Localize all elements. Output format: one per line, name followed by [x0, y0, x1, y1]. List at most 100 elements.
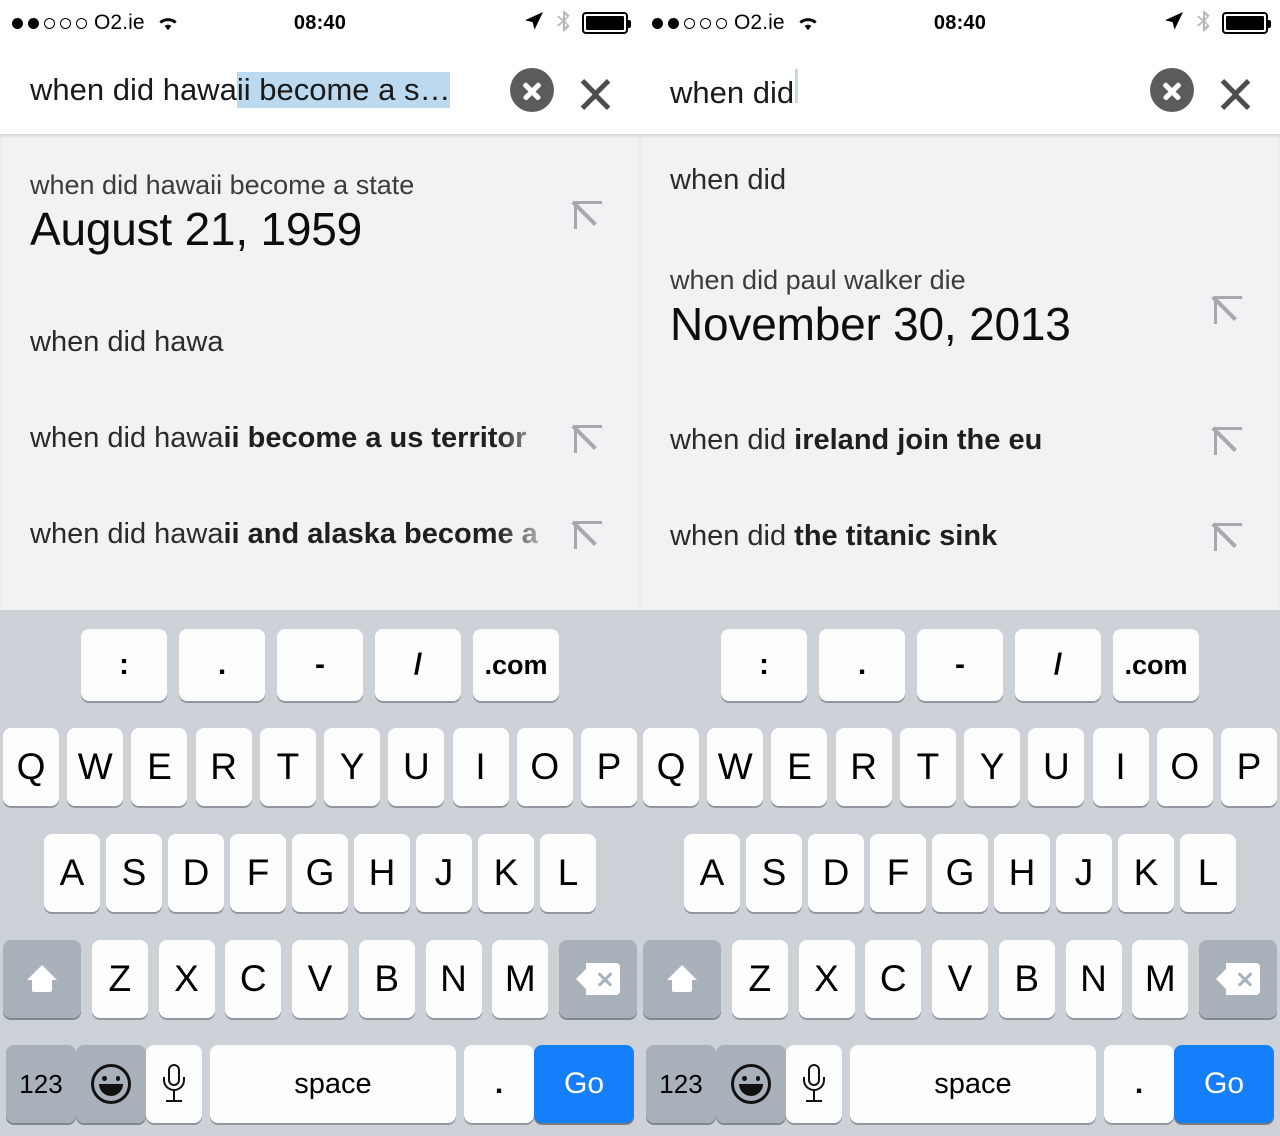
fill-arrow-icon[interactable]: [566, 192, 610, 236]
key-y[interactable]: Y: [324, 728, 381, 806]
suggestion-answer-card[interactable]: when did paul walker die November 30, 20…: [640, 226, 1280, 392]
collapse-keyboard-icon[interactable]: [566, 64, 626, 116]
key-h[interactable]: H: [354, 834, 410, 912]
key-k[interactable]: K: [1118, 834, 1174, 912]
key-b[interactable]: B: [998, 940, 1055, 1018]
key-s[interactable]: S: [106, 834, 162, 912]
emoji-key[interactable]: [76, 1045, 146, 1123]
key-slash[interactable]: /: [375, 629, 461, 701]
key-m[interactable]: M: [492, 940, 549, 1018]
key-p[interactable]: P: [580, 728, 637, 806]
key-w[interactable]: W: [707, 728, 764, 806]
go-key[interactable]: Go: [534, 1045, 634, 1123]
key-p[interactable]: P: [1220, 728, 1277, 806]
key-u[interactable]: U: [388, 728, 445, 806]
key-y[interactable]: Y: [964, 728, 1021, 806]
key-m[interactable]: M: [1132, 940, 1189, 1018]
suggestion-answer-card[interactable]: when did hawaii become a state August 21…: [0, 134, 640, 294]
fill-arrow-icon[interactable]: [1206, 418, 1250, 462]
numeric-key[interactable]: 123: [6, 1045, 76, 1123]
key-dotcom[interactable]: .com: [1113, 629, 1199, 701]
key-e[interactable]: E: [771, 728, 828, 806]
key-dotcom[interactable]: .com: [473, 629, 559, 701]
key-s[interactable]: S: [746, 834, 802, 912]
key-slash[interactable]: /: [1015, 629, 1101, 701]
key-q[interactable]: Q: [3, 728, 59, 806]
key-x[interactable]: X: [158, 940, 215, 1018]
key-k[interactable]: K: [478, 834, 534, 912]
key-g[interactable]: G: [932, 834, 988, 912]
list-item[interactable]: when did hawaii become a us territor: [0, 390, 640, 486]
key-z[interactable]: Z: [91, 940, 148, 1018]
list-item[interactable]: when did hawa: [0, 294, 640, 390]
fill-arrow-icon[interactable]: [1206, 287, 1250, 331]
fill-arrow-icon[interactable]: [566, 512, 610, 556]
key-d[interactable]: D: [808, 834, 864, 912]
key-hyphen[interactable]: -: [917, 629, 1003, 701]
key-t[interactable]: T: [899, 728, 956, 806]
key-f[interactable]: F: [230, 834, 286, 912]
key-t[interactable]: T: [259, 728, 316, 806]
key-v[interactable]: V: [292, 940, 348, 1018]
search-input[interactable]: when did hawa ii become a s…: [30, 72, 494, 108]
key-i[interactable]: I: [1092, 728, 1149, 806]
emoji-key[interactable]: [716, 1045, 786, 1123]
space-key[interactable]: space: [210, 1045, 456, 1123]
dictation-key[interactable]: [146, 1045, 202, 1123]
key-j[interactable]: J: [1056, 834, 1112, 912]
shift-key[interactable]: [3, 940, 81, 1018]
backspace-key[interactable]: [1199, 940, 1277, 1018]
list-item[interactable]: when did the titanic sink: [640, 488, 1280, 584]
list-item[interactable]: when did hawaii and alaska become a: [0, 486, 640, 582]
collapse-keyboard-icon[interactable]: [1206, 64, 1266, 116]
key-d[interactable]: D: [168, 834, 224, 912]
key-u[interactable]: U: [1028, 728, 1085, 806]
key-i[interactable]: I: [452, 728, 509, 806]
numeric-key[interactable]: 123: [646, 1045, 716, 1123]
fill-arrow-icon[interactable]: [566, 416, 610, 460]
key-q[interactable]: Q: [643, 728, 699, 806]
key-l[interactable]: L: [540, 834, 596, 912]
search-input[interactable]: when did: [670, 69, 1134, 111]
key-a[interactable]: A: [684, 834, 740, 912]
key-hyphen[interactable]: -: [277, 629, 363, 701]
fill-arrow-icon[interactable]: [1206, 514, 1250, 558]
key-n[interactable]: N: [425, 940, 482, 1018]
clear-text-icon[interactable]: [1150, 68, 1194, 112]
dictation-key[interactable]: [786, 1045, 842, 1123]
key-x[interactable]: X: [798, 940, 855, 1018]
key-o[interactable]: O: [1156, 728, 1213, 806]
key-l[interactable]: L: [1180, 834, 1236, 912]
key-b[interactable]: B: [358, 940, 415, 1018]
go-key[interactable]: Go: [1174, 1045, 1274, 1123]
period-key[interactable]: .: [1104, 1045, 1174, 1123]
key-z[interactable]: Z: [731, 940, 788, 1018]
key-e[interactable]: E: [131, 728, 188, 806]
period-key[interactable]: .: [464, 1045, 534, 1123]
key-period-accessory[interactable]: .: [819, 629, 905, 701]
backspace-key[interactable]: [559, 940, 637, 1018]
search-bar: when did hawa ii become a s…: [0, 46, 640, 134]
key-f[interactable]: F: [870, 834, 926, 912]
suggestion-list: when did when did paul walker die Novemb…: [640, 134, 1280, 610]
key-h[interactable]: H: [994, 834, 1050, 912]
clear-text-icon[interactable]: [510, 68, 554, 112]
key-colon[interactable]: :: [81, 629, 167, 701]
list-item[interactable]: when did ireland join the eu: [640, 392, 1280, 488]
key-w[interactable]: W: [67, 728, 124, 806]
space-key[interactable]: space: [850, 1045, 1096, 1123]
key-o[interactable]: O: [516, 728, 573, 806]
shift-key[interactable]: [643, 940, 721, 1018]
key-g[interactable]: G: [292, 834, 348, 912]
key-j[interactable]: J: [416, 834, 472, 912]
key-period-accessory[interactable]: .: [179, 629, 265, 701]
key-n[interactable]: N: [1065, 940, 1122, 1018]
key-a[interactable]: A: [44, 834, 100, 912]
key-r[interactable]: R: [195, 728, 252, 806]
key-r[interactable]: R: [835, 728, 892, 806]
key-v[interactable]: V: [932, 940, 988, 1018]
key-c[interactable]: C: [865, 940, 922, 1018]
key-c[interactable]: C: [225, 940, 282, 1018]
key-colon[interactable]: :: [721, 629, 807, 701]
list-item[interactable]: when did: [640, 134, 1280, 226]
